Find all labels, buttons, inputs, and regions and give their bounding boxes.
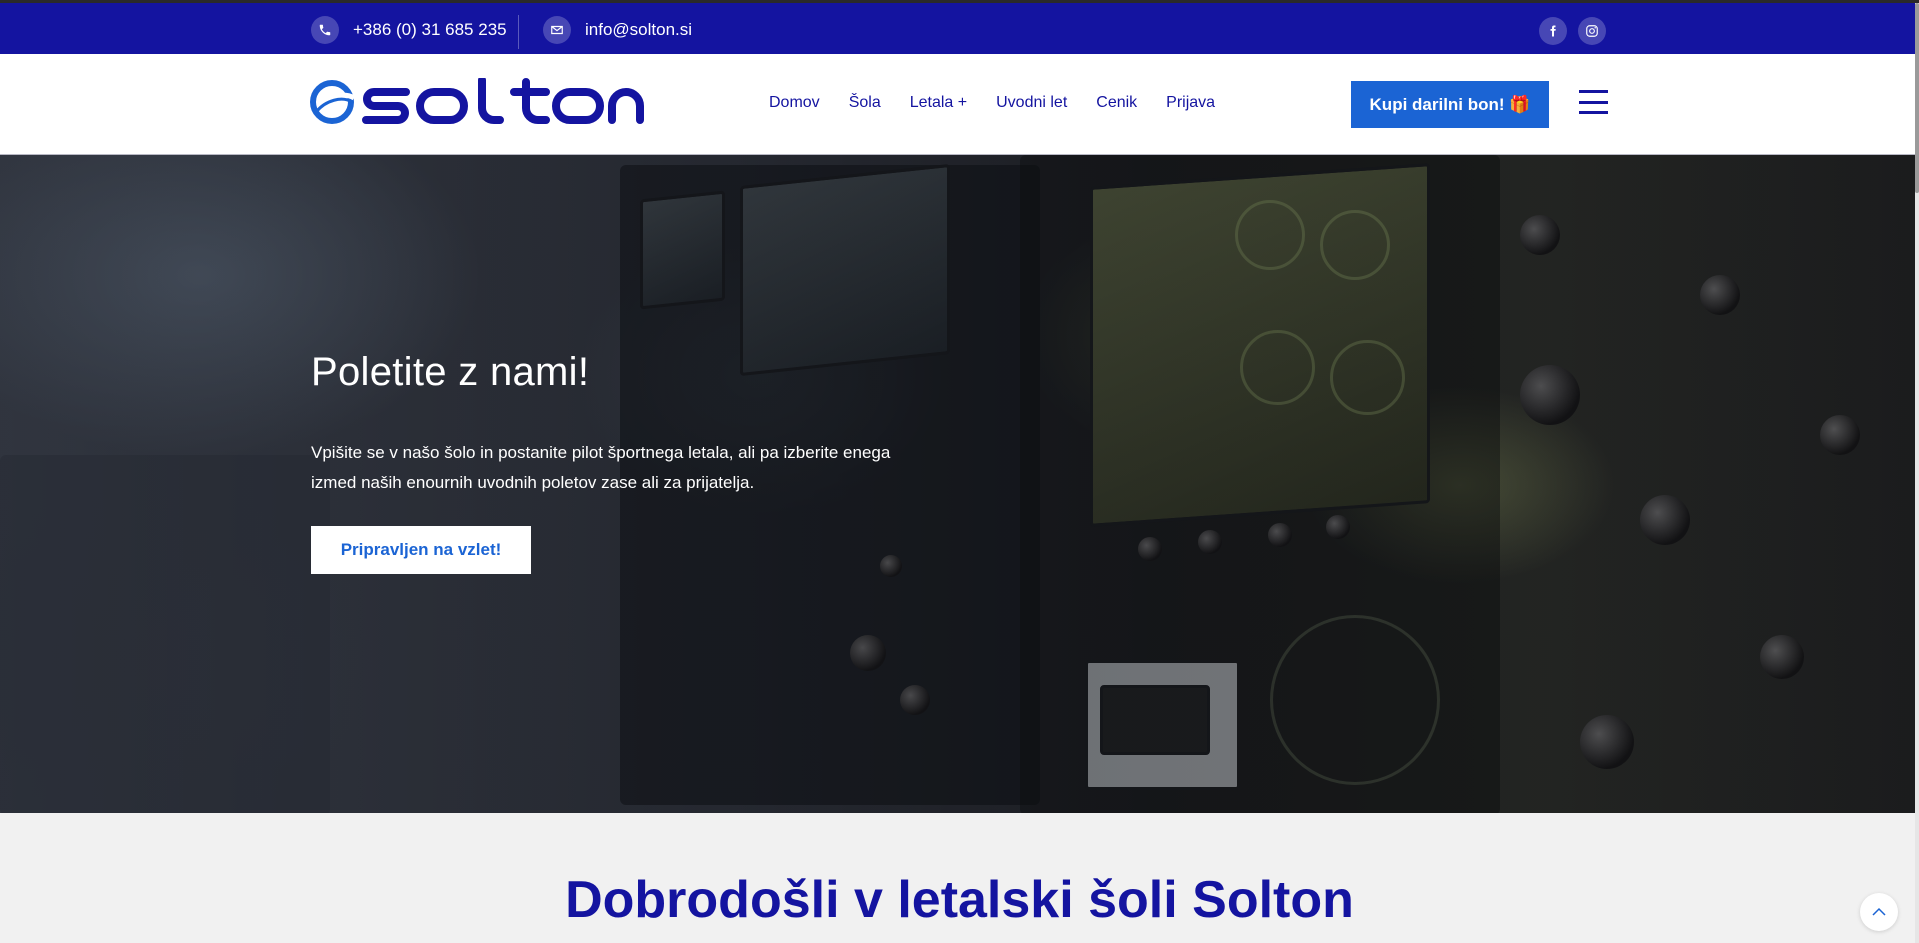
- nav-item-sola[interactable]: Šola: [849, 94, 881, 112]
- welcome-heading: Dobrodošli v letalski šoli Solton: [565, 871, 1354, 929]
- phone-icon: [311, 16, 339, 44]
- phone-link[interactable]: +386 (0) 31 685 235: [311, 16, 507, 44]
- menu-icon[interactable]: [1579, 90, 1608, 114]
- gift-voucher-button[interactable]: Kupi darilni bon! 🎁: [1351, 81, 1549, 128]
- email-link[interactable]: info@solton.si: [543, 16, 692, 44]
- ready-for-takeoff-button[interactable]: Pripravljen na vzlet!: [311, 526, 531, 574]
- instagram-icon[interactable]: [1578, 17, 1606, 45]
- scrollbar-thumb[interactable]: [1915, 3, 1919, 193]
- nav-item-domov[interactable]: Domov: [769, 94, 820, 112]
- solton-logo[interactable]: [310, 76, 655, 126]
- contact-divider: [518, 15, 519, 49]
- phone-number: +386 (0) 31 685 235: [353, 20, 507, 39]
- back-to-top-button[interactable]: [1860, 893, 1898, 931]
- nav-item-letala[interactable]: Letala +: [910, 94, 967, 112]
- nav-item-cenik[interactable]: Cenik: [1096, 94, 1137, 112]
- mail-icon: [543, 16, 571, 44]
- email-address: info@solton.si: [585, 20, 693, 39]
- hero-text: Vpišite se v našo šolo in postanite pilo…: [311, 443, 891, 492]
- nav-item-prijava[interactable]: Prijava: [1166, 94, 1215, 112]
- page-scrollbar[interactable]: [1915, 3, 1919, 943]
- facebook-icon[interactable]: [1539, 17, 1567, 45]
- chevron-up-icon: [1872, 907, 1886, 916]
- hero-section: Poletite z nami! Vpišite se v našo šolo …: [0, 155, 1919, 813]
- main-nav: Domov Šola Letala + Uvodni let Cenik Pri…: [769, 94, 1244, 112]
- top-contact-bar: +386 (0) 31 685 235 info@solton.si: [0, 0, 1919, 54]
- nav-item-uvodni-let[interactable]: Uvodni let: [996, 94, 1067, 112]
- hero-title: Poletite z nami!: [311, 350, 590, 394]
- site-header: Domov Šola Letala + Uvodni let Cenik Pri…: [0, 54, 1919, 155]
